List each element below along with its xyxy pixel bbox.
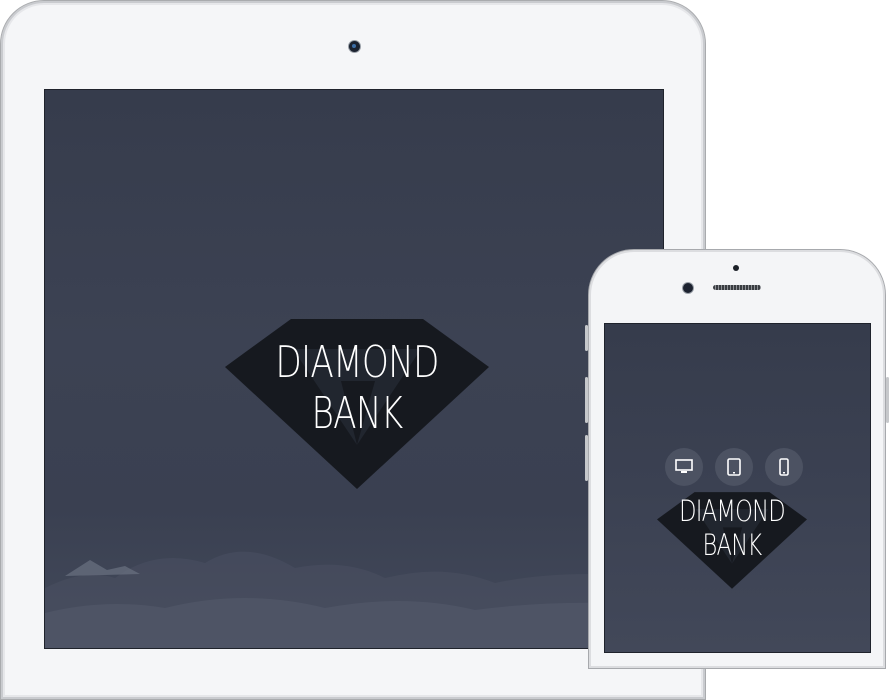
brand-name: DIAMOND BANK bbox=[275, 337, 439, 439]
iphone-camera-icon bbox=[683, 283, 693, 293]
clouds-background bbox=[45, 551, 663, 648]
iphone-speaker bbox=[713, 285, 761, 290]
iphone-volume-up-button bbox=[585, 377, 588, 423]
desktop-view-button[interactable] bbox=[665, 448, 703, 486]
iphone-sensor-icon bbox=[733, 265, 739, 271]
phone-icon bbox=[779, 458, 789, 476]
iphone-screen: DIAMOND BANK bbox=[604, 323, 871, 653]
ipad-camera-icon bbox=[349, 41, 360, 52]
iphone-logo: DIAMOND BANK bbox=[657, 492, 807, 590]
tablet-view-button[interactable] bbox=[715, 448, 753, 486]
phone-view-button[interactable] bbox=[765, 448, 803, 486]
brand-name: DIAMOND BANK bbox=[679, 494, 786, 562]
desktop-icon bbox=[675, 459, 693, 473]
ipad-screen: DIAMOND BANK bbox=[44, 89, 664, 649]
iphone-volume-down-button bbox=[585, 435, 588, 481]
iphone-side-button bbox=[585, 325, 588, 351]
tablet-icon bbox=[727, 458, 741, 476]
iphone-device-frame: DIAMOND BANK bbox=[585, 249, 889, 669]
ipad-logo: DIAMOND BANK bbox=[225, 319, 489, 491]
